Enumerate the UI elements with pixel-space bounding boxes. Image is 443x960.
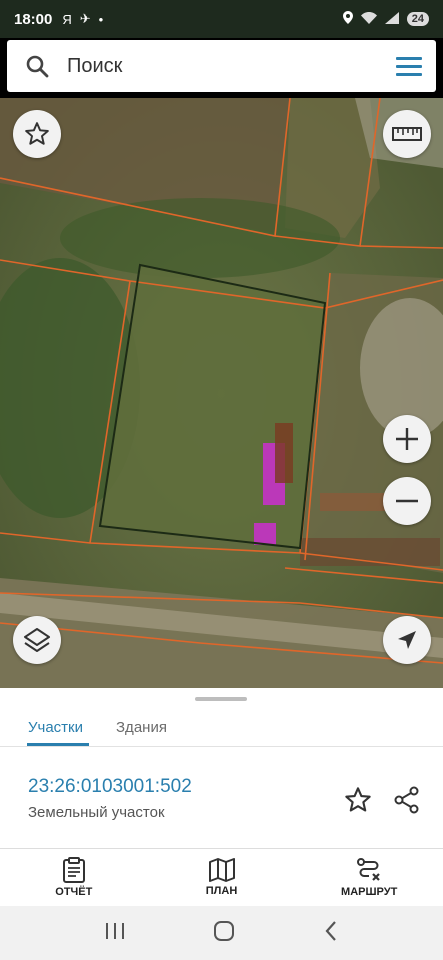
favorite-parcel-button[interactable] bbox=[340, 782, 376, 818]
ruler-button[interactable] bbox=[383, 110, 431, 158]
divider bbox=[0, 746, 443, 747]
status-right-icons: 24 bbox=[342, 11, 429, 27]
nav-plan-label: ПЛАН bbox=[205, 885, 238, 897]
nav-report[interactable]: ОТЧЁТ bbox=[0, 849, 148, 906]
yandex-icon: Я bbox=[62, 11, 72, 27]
location-icon bbox=[342, 11, 353, 27]
navigation-arrow-icon bbox=[398, 631, 416, 649]
recent-apps-icon bbox=[105, 922, 124, 939]
home-icon bbox=[214, 920, 235, 941]
nav-route[interactable]: МАРШРУТ bbox=[295, 849, 443, 906]
home-button[interactable] bbox=[213, 920, 235, 947]
search-bar[interactable]: Поиск bbox=[7, 40, 436, 92]
cadastral-number[interactable]: 23:26:0103001:502 bbox=[28, 776, 192, 798]
status-time: 18:00 bbox=[14, 10, 53, 28]
status-left-icons: Я ✈ • bbox=[62, 11, 103, 27]
menu-icon-line bbox=[396, 56, 422, 60]
tab-parcels[interactable]: Участки bbox=[28, 708, 83, 746]
map-view[interactable] bbox=[0, 98, 443, 690]
telegram-icon: ✈ bbox=[79, 11, 91, 26]
menu-icon-line bbox=[396, 64, 422, 68]
share-button[interactable] bbox=[389, 782, 425, 818]
layers-button[interactable] bbox=[13, 616, 61, 664]
nav-plan[interactable]: ПЛАН bbox=[148, 849, 296, 906]
search-input[interactable]: Поиск bbox=[67, 55, 382, 78]
minus-icon bbox=[396, 499, 418, 503]
notification-dot-icon: • bbox=[98, 11, 104, 27]
back-button[interactable] bbox=[323, 920, 339, 947]
signal-icon bbox=[384, 11, 399, 27]
sheet-drag-handle[interactable] bbox=[195, 697, 247, 701]
plus-icon bbox=[396, 428, 418, 450]
menu-icon-line bbox=[396, 72, 422, 76]
search-icon[interactable] bbox=[7, 40, 67, 92]
back-chevron-icon bbox=[325, 920, 336, 941]
nav-report-label: ОТЧЁТ bbox=[55, 886, 93, 898]
wifi-icon bbox=[360, 11, 377, 27]
star-icon bbox=[345, 787, 371, 812]
route-icon bbox=[357, 858, 380, 881]
parcel-bottom-sheet: Участки Здания 23:26:0103001:502 Земельн… bbox=[0, 688, 443, 848]
menu-button[interactable] bbox=[382, 40, 436, 92]
share-icon bbox=[394, 786, 419, 814]
system-navigation-bar bbox=[0, 906, 443, 960]
tab-buildings[interactable]: Здания bbox=[116, 708, 167, 746]
status-bar: 18:00 Я ✈ • 24 bbox=[0, 0, 443, 38]
nav-route-label: МАРШРУТ bbox=[341, 886, 398, 898]
parcel-type: Земельный участок bbox=[28, 804, 165, 821]
satellite-map[interactable] bbox=[0, 98, 443, 690]
battery-indicator: 24 bbox=[406, 12, 429, 26]
recent-apps-button[interactable] bbox=[104, 921, 126, 946]
sheet-tabs: Участки Здания bbox=[0, 708, 443, 746]
map-icon bbox=[208, 858, 235, 882]
locate-button[interactable] bbox=[383, 616, 431, 664]
clipboard-icon bbox=[62, 857, 85, 883]
zoom-out-button[interactable] bbox=[383, 477, 431, 525]
ruler-icon bbox=[392, 127, 422, 141]
zoom-in-button[interactable] bbox=[383, 415, 431, 463]
layers-icon bbox=[24, 628, 50, 652]
favorite-map-button[interactable] bbox=[13, 110, 61, 158]
star-icon bbox=[25, 122, 49, 145]
bottom-navigation: ОТЧЁТ ПЛАН МАРШРУТ bbox=[0, 848, 443, 906]
